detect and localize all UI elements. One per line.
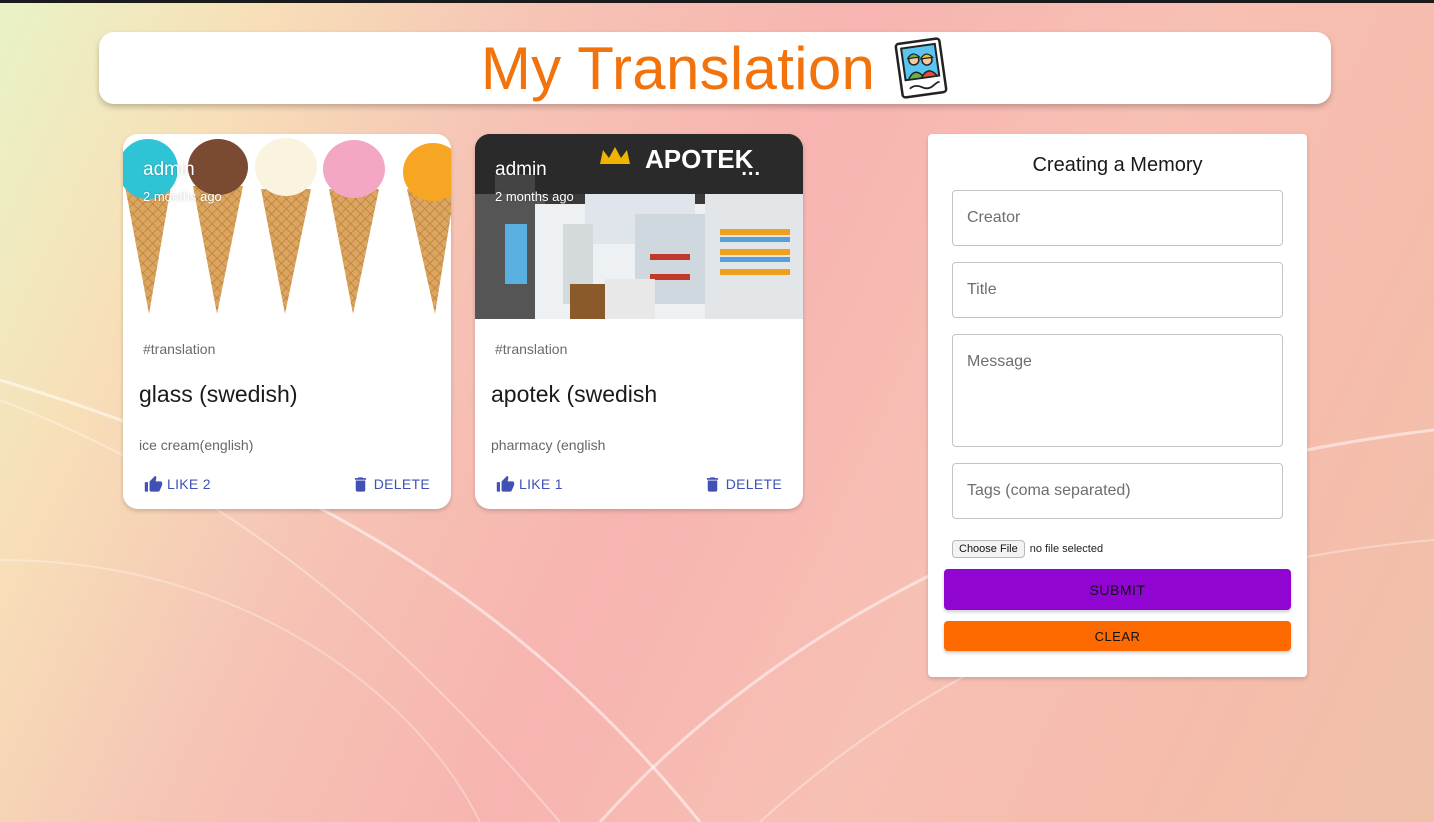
post-title: apotek (swedish <box>491 381 658 407</box>
more-options-button[interactable]: ... <box>741 158 761 181</box>
post-time: 2 months ago <box>495 189 574 204</box>
post-card: APOTEK admin 2 months ago ... #translati… <box>475 134 803 509</box>
like-button[interactable]: LIKE 1 <box>496 475 563 494</box>
memory-form: Creating a Memory Choose File no file se… <box>928 134 1307 677</box>
ice-cream-cones-image: admin 2 months ago <box>123 134 451 319</box>
post-tags: #translation <box>495 341 568 357</box>
store-sign: APOTEK <box>645 144 754 174</box>
post-title: glass (swedish) <box>139 381 298 407</box>
app-bar: My Translation <box>99 32 1331 104</box>
post-time: 2 months ago <box>143 189 222 204</box>
post-creator: admin <box>495 159 547 180</box>
form-title: Creating a Memory <box>1032 154 1203 176</box>
delete-button[interactable]: DELETE <box>703 475 782 494</box>
tags-input[interactable] <box>952 463 1283 519</box>
message-input[interactable] <box>952 334 1283 447</box>
clear-button[interactable]: CLEAR <box>944 621 1291 651</box>
creator-input[interactable] <box>952 190 1283 246</box>
post-actions: LIKE 1 DELETE <box>475 471 803 497</box>
submit-button[interactable]: SUBMIT <box>944 569 1291 610</box>
thumb-up-icon <box>144 475 163 492</box>
like-label: LIKE 1 <box>519 476 563 492</box>
delete-label: DELETE <box>373 476 430 492</box>
post-card: admin 2 months ago #translation glass (s… <box>123 134 451 509</box>
delete-label: DELETE <box>725 476 782 492</box>
post-creator: admin <box>143 159 195 180</box>
thumb-up-icon <box>496 475 515 492</box>
file-status: no file selected <box>1029 543 1104 555</box>
apotek-pharmacy-store-image: APOTEK admin 2 months ago ... <box>475 134 803 319</box>
file-picker: Choose File no file selected <box>952 540 1103 558</box>
post-message: ice cream(english) <box>139 437 254 453</box>
trash-icon <box>354 476 366 492</box>
delete-button[interactable]: DELETE <box>351 475 430 494</box>
like-label: LIKE 2 <box>167 476 211 492</box>
post-tags: #translation <box>143 341 216 357</box>
choose-file-button[interactable]: Choose File <box>952 540 1025 558</box>
like-button[interactable]: LIKE 2 <box>144 475 211 494</box>
title-input[interactable] <box>952 262 1283 318</box>
trash-icon <box>706 476 718 492</box>
memories-photo-icon <box>894 37 948 99</box>
post-message: pharmacy (english <box>491 437 606 453</box>
post-actions: LIKE 2 DELETE <box>123 471 451 497</box>
app-title: My Translation <box>480 34 876 102</box>
